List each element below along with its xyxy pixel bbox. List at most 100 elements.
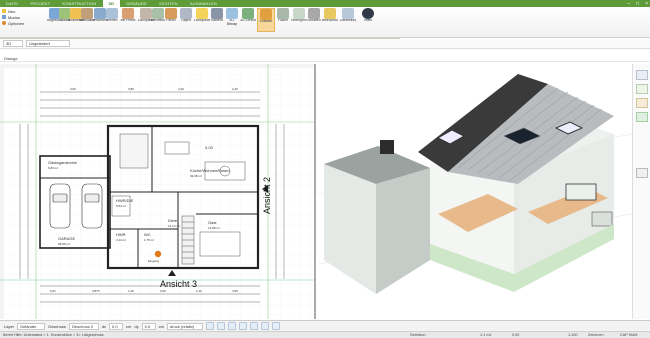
tab-sichten[interactable]: SICHTEN bbox=[153, 0, 184, 7]
hintergrund-button[interactable]: Hintergrund bbox=[291, 8, 307, 32]
room-label-gast: Gast bbox=[208, 220, 217, 225]
tab-auswahlen[interactable]: AUSWAHLEN bbox=[184, 0, 223, 7]
svg-text:3,89: 3,89 bbox=[128, 87, 134, 91]
status-scale: 1:1 m1 bbox=[480, 333, 492, 337]
angle-icon[interactable] bbox=[238, 322, 247, 330]
drehen-button[interactable]: Drehen bbox=[104, 8, 120, 32]
optionen-button[interactable]: Optionen bbox=[2, 20, 44, 26]
status-bar: Bereit Hilfe: Unterstand > 1. Konstrukti… bbox=[0, 331, 650, 338]
ortho-icon[interactable] bbox=[227, 322, 236, 330]
kollision-button[interactable]: Kollision bbox=[257, 8, 275, 32]
view-select[interactable]: 3D bbox=[3, 40, 23, 47]
svg-text:1,75 m²: 1,75 m² bbox=[144, 238, 154, 242]
svg-text:38,85 m²: 38,85 m² bbox=[58, 242, 70, 246]
grid-icon[interactable] bbox=[216, 322, 225, 330]
lichtquelle-button[interactable]: Lichtquelle bbox=[194, 8, 210, 32]
status-caps: CAP NUM bbox=[620, 333, 638, 337]
3d-model-canvas bbox=[318, 74, 632, 294]
room-label-kueche: Küche/Wohnen/Essen bbox=[190, 168, 230, 173]
svg-text:2,16: 2,16 bbox=[196, 289, 202, 293]
svg-text:3,875: 3,875 bbox=[92, 289, 100, 293]
snap-icon[interactable] bbox=[205, 322, 214, 330]
room-label-eingang: Eingang bbox=[148, 259, 159, 263]
visibility-icon[interactable] bbox=[271, 322, 280, 330]
view-label-bottom: Ansicht 3 bbox=[160, 279, 197, 289]
collision-icon bbox=[260, 9, 272, 20]
right-toolbar bbox=[632, 64, 650, 319]
room-label-hwr-die: HWR/DIE bbox=[116, 198, 134, 203]
room-label-wc: WC bbox=[144, 232, 151, 237]
status-mode: Zeichnen bbox=[588, 333, 604, 337]
maximize-icon[interactable]: □ bbox=[636, 1, 639, 7]
measure-icon[interactable] bbox=[249, 322, 258, 330]
room-label-diele: Diele bbox=[168, 218, 178, 223]
svg-text:6,83 m²: 6,83 m² bbox=[48, 166, 58, 170]
tab-konstruktion[interactable]: KONSTRUKTION bbox=[56, 0, 102, 7]
entrance-marker[interactable] bbox=[154, 250, 162, 258]
svg-text:2,40: 2,40 bbox=[232, 87, 238, 91]
bottom-toolbar: Layer Geländer Geschoss Geschoss 0 dx 0,… bbox=[0, 320, 650, 331]
furniture-icon[interactable] bbox=[636, 98, 648, 108]
area-icon bbox=[277, 8, 289, 19]
floor-plan-canvas: Gästegarderobe 6,83 m² GARAGE 38,85 m² H… bbox=[0, 64, 314, 319]
pinsel-button[interactable]: Pinsel bbox=[163, 8, 179, 32]
window-controls: – □ × bbox=[627, 0, 648, 7]
layers-icon[interactable] bbox=[636, 70, 648, 80]
bitmap-icon bbox=[226, 8, 238, 19]
section-icon bbox=[242, 8, 254, 19]
darstellung-button[interactable]: Darstellung bbox=[340, 8, 356, 32]
3d-schnitt-button[interactable]: 3D-Schnitt bbox=[240, 8, 256, 32]
application-window: DATEI PROJEKT KONSTRUKTION 3D GEBÄUDE SI… bbox=[0, 0, 650, 338]
close-icon[interactable]: × bbox=[645, 1, 648, 7]
status-help: Bereit Hilfe: Unterstand > 1. Konstrukti… bbox=[3, 333, 104, 337]
shadow-icon bbox=[308, 8, 320, 19]
minimize-icon[interactable]: – bbox=[627, 1, 630, 7]
video-icon bbox=[362, 8, 374, 19]
objekt-button[interactable]: Objekt bbox=[178, 8, 194, 32]
camera-icon bbox=[211, 8, 223, 19]
dy-field[interactable]: 0,0 bbox=[141, 322, 156, 330]
view-label-right: Ansicht 2 bbox=[262, 177, 272, 214]
tab-gebaeude[interactable]: GEBÄUDE bbox=[120, 0, 153, 7]
house-icon[interactable] bbox=[636, 84, 648, 94]
paint-icon bbox=[165, 8, 177, 19]
svg-text:3,00: 3,00 bbox=[160, 289, 166, 293]
status-zoom: 1:100 bbox=[568, 333, 578, 337]
view-selector-row: 3D Ungeändert bbox=[0, 39, 650, 49]
room-label-garage: GARAGE bbox=[58, 236, 75, 241]
mode-icon bbox=[2, 15, 6, 19]
svg-text:12,14 m²: 12,14 m² bbox=[168, 224, 180, 228]
view-3d[interactable] bbox=[318, 64, 632, 319]
svg-text:49,68 m²: 49,68 m² bbox=[190, 174, 202, 178]
3d-bitmap-button[interactable]: 3D-Bitmap bbox=[224, 8, 240, 32]
tab-3d[interactable]: 3D bbox=[102, 0, 121, 7]
schatten-button[interactable]: Schatten bbox=[306, 8, 322, 32]
svg-text:4,55: 4,55 bbox=[232, 289, 238, 293]
layer-field[interactable]: Geländer bbox=[17, 322, 46, 330]
rotate-icon bbox=[106, 8, 118, 19]
mode-field[interactable]: druck (relativ) bbox=[166, 322, 203, 330]
kamera-button[interactable]: Kamera bbox=[209, 8, 225, 32]
mit-pinsel-button[interactable]: Mit Pinsel bbox=[120, 8, 136, 32]
tab-datei[interactable]: DATEI bbox=[0, 0, 24, 7]
display-icon bbox=[342, 8, 354, 19]
beleuchtung-button[interactable]: Beleuchtung bbox=[322, 8, 338, 32]
lock-icon[interactable] bbox=[260, 322, 269, 330]
tree-icon[interactable] bbox=[636, 112, 648, 122]
dx-field[interactable]: 0,0 bbox=[109, 322, 124, 330]
menu-icon[interactable] bbox=[636, 168, 648, 178]
svg-text:8,54 m²: 8,54 m² bbox=[116, 204, 126, 208]
svg-text:13,88 m²: 13,88 m² bbox=[208, 226, 220, 230]
geschoss-field[interactable]: Geschoss 0 bbox=[68, 322, 99, 330]
video-button[interactable]: Video bbox=[360, 8, 376, 32]
fläche-button[interactable]: Fläche bbox=[275, 8, 291, 32]
floor-plan-view[interactable]: Gästegarderobe 6,83 m² GARAGE 38,85 m² H… bbox=[0, 64, 316, 319]
quick-access: Neu Modus Optionen bbox=[2, 8, 44, 26]
room-label-hwr: HWR bbox=[116, 232, 126, 237]
svg-text:4,40: 4,40 bbox=[178, 87, 184, 91]
layer-select[interactable]: Ungeändert bbox=[26, 40, 70, 47]
light-icon bbox=[196, 8, 208, 19]
document-tab[interactable]: Dialoge bbox=[0, 55, 650, 62]
tab-projekt[interactable]: PROJEKT bbox=[24, 0, 56, 7]
svg-text:3,14 m²: 3,14 m² bbox=[116, 238, 126, 242]
